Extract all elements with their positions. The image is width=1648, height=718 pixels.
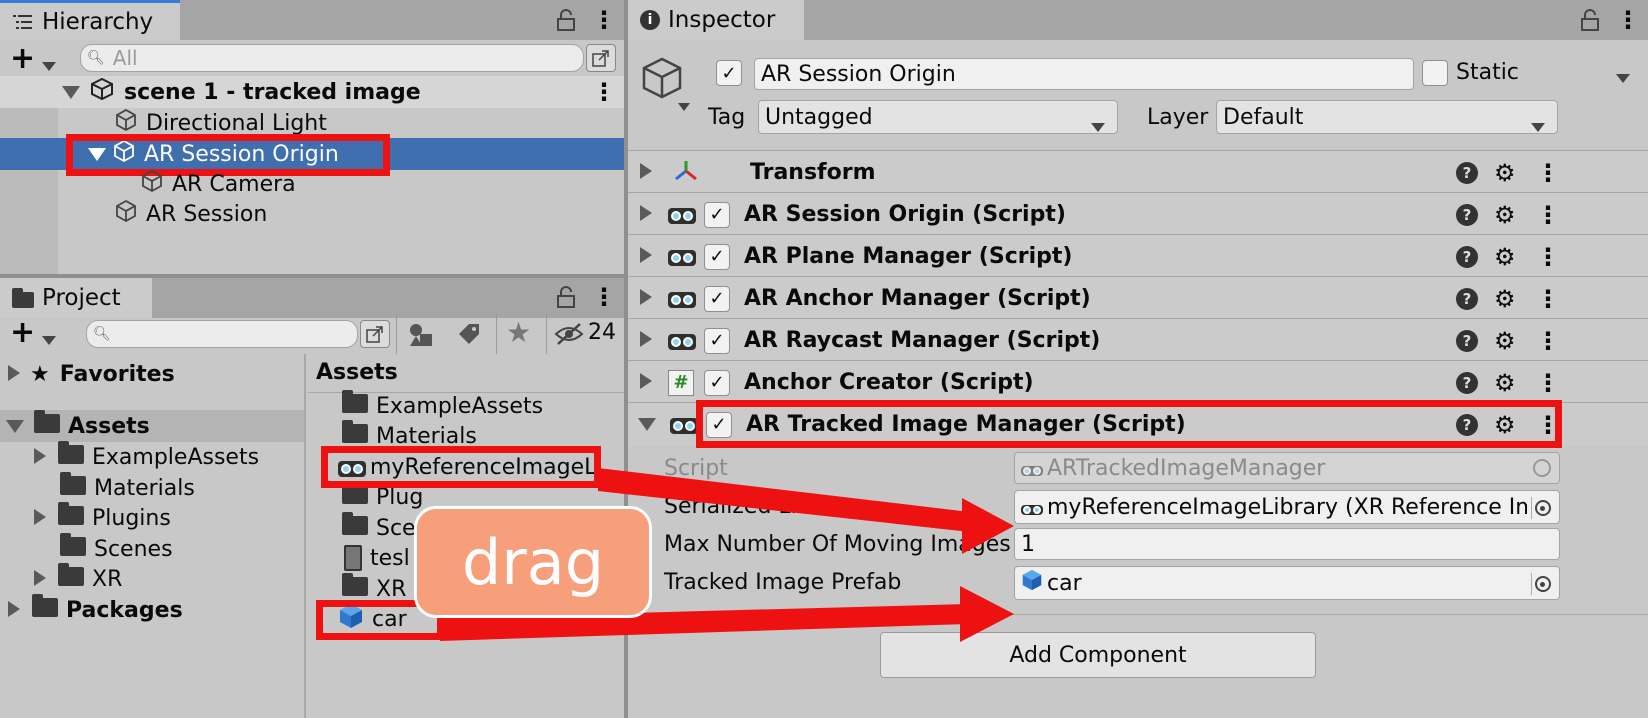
drag-arrow-library [598,468,1014,554]
drag-arrows [440,468,1014,642]
drag-badge-label: drag [461,525,605,599]
drag-badge: drag [414,506,652,618]
